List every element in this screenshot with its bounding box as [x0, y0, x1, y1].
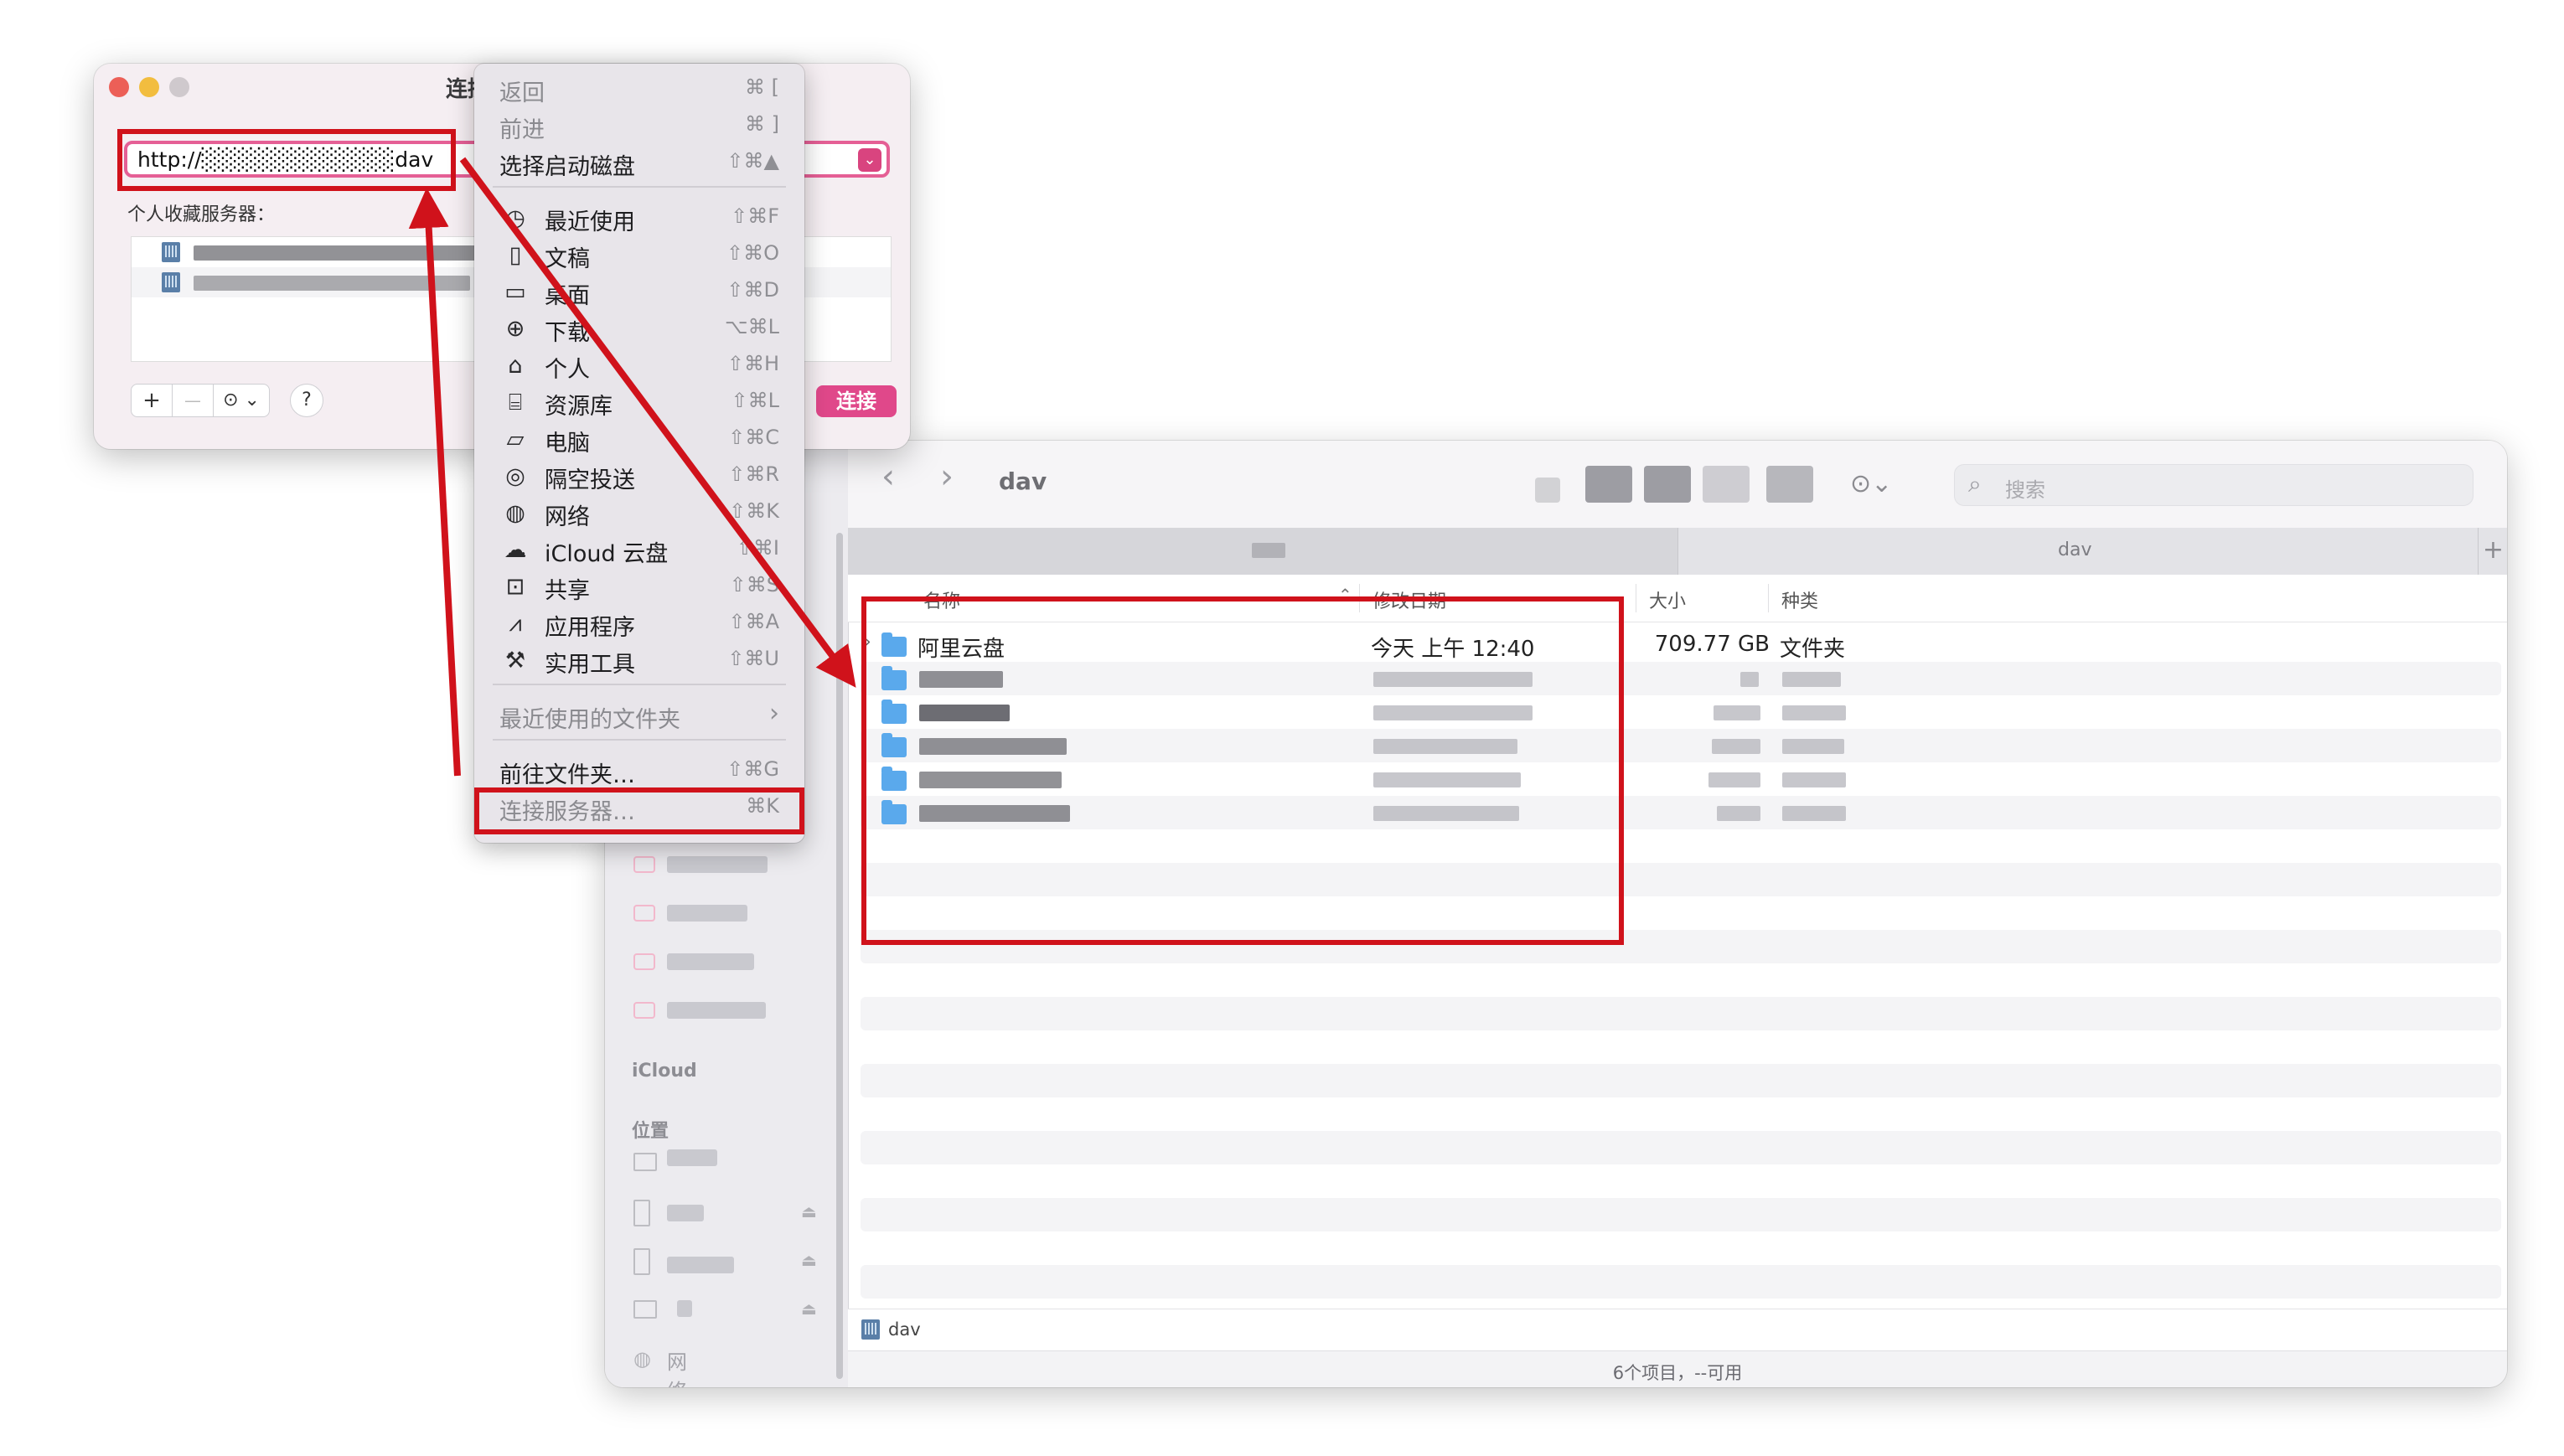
- arrow-url-to-files: [459, 157, 856, 688]
- arrow-connect-to-url: [408, 188, 461, 777]
- annotation-arrows: [408, 157, 856, 777]
